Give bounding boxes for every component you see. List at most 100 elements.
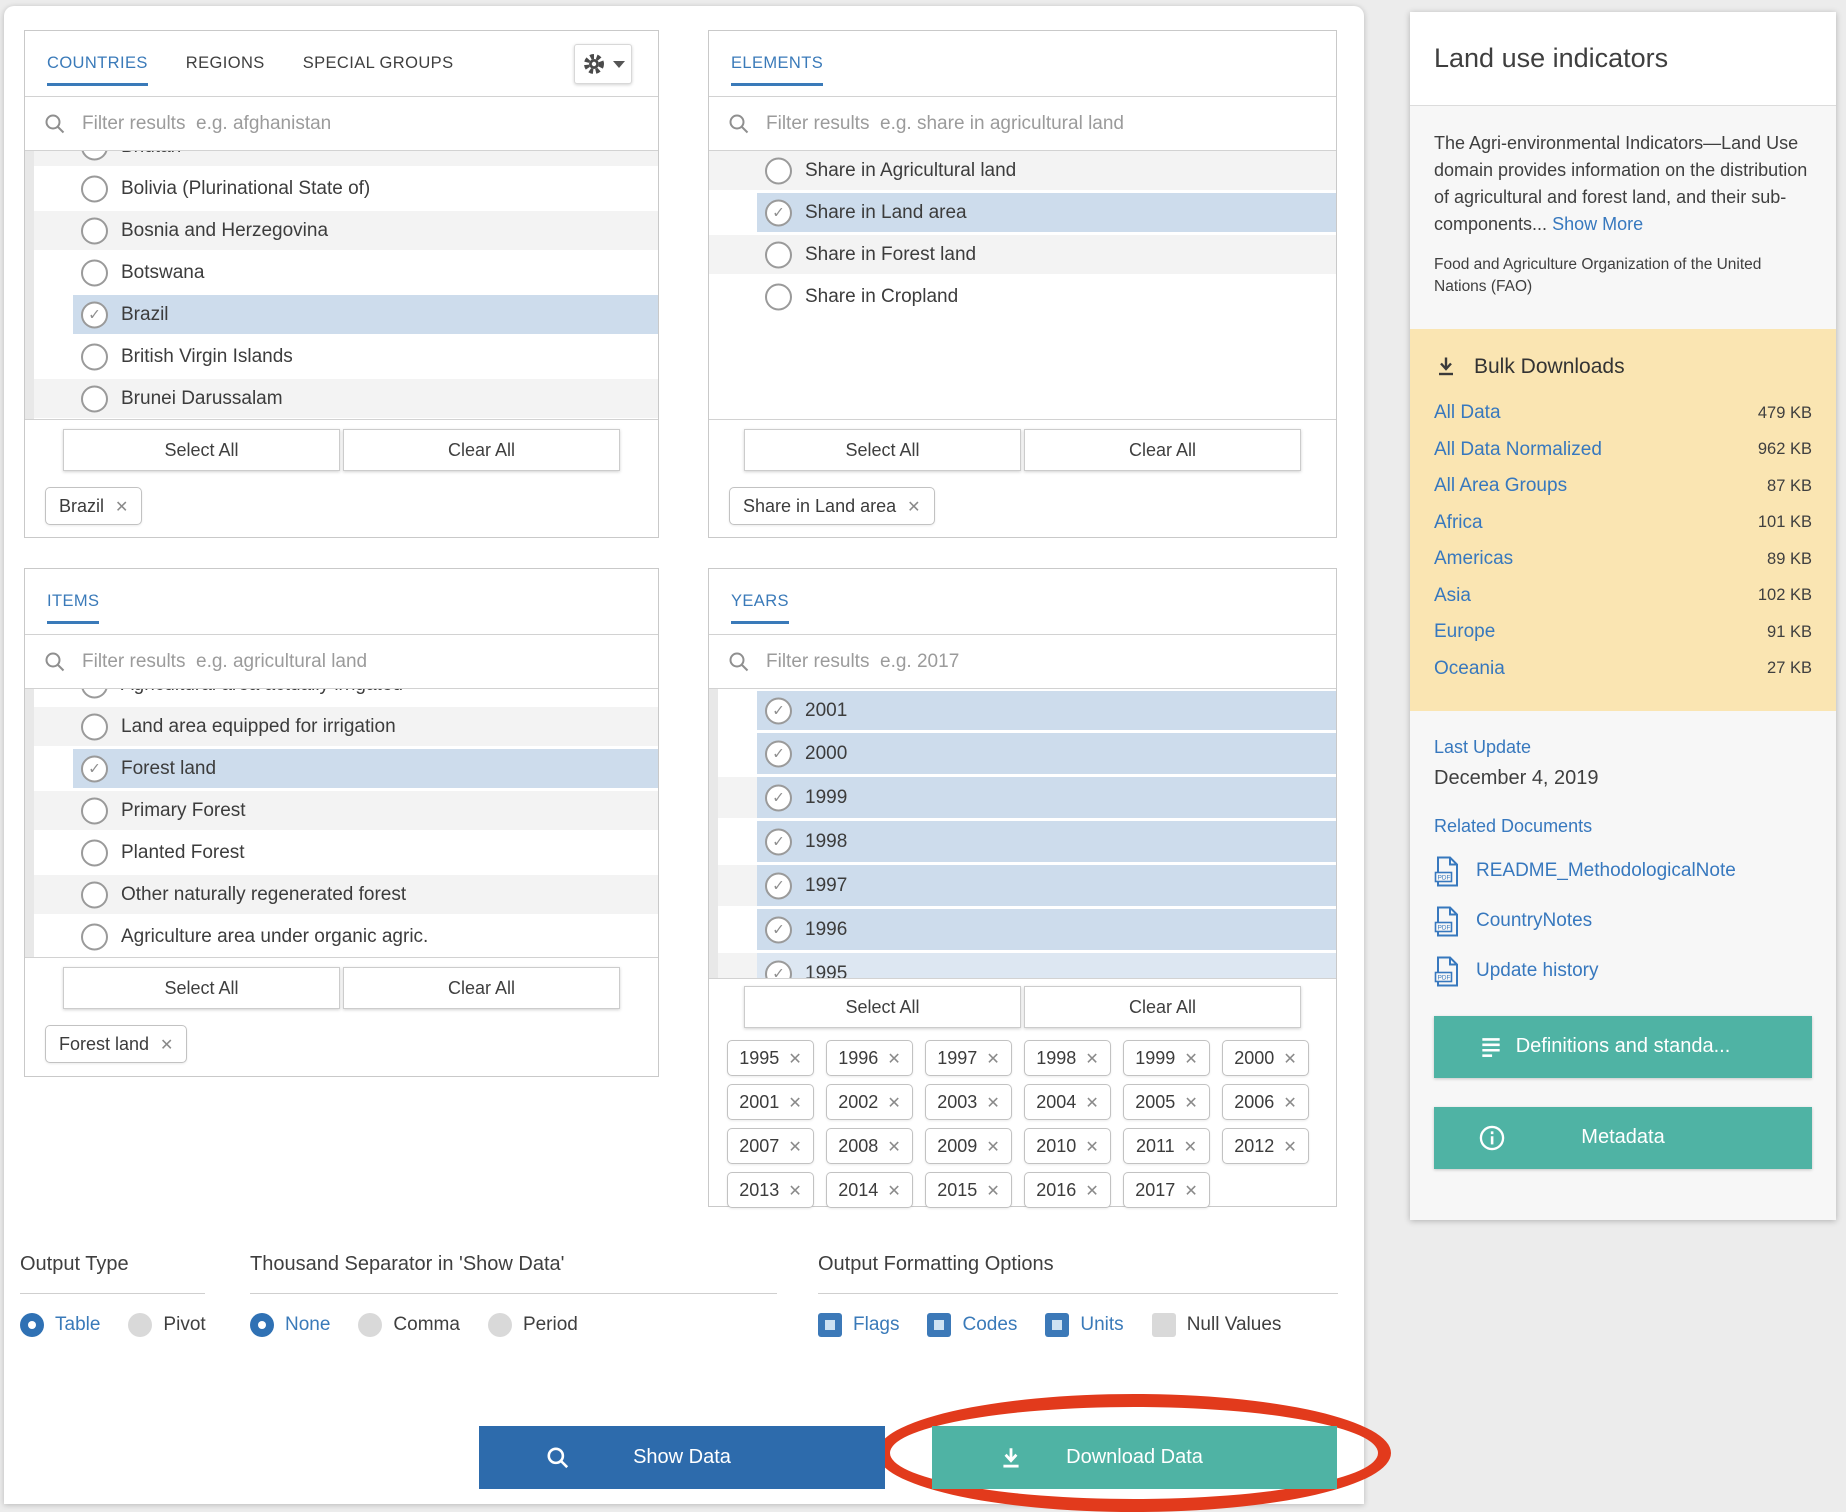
list-item[interactable]: Bolivia (Plurinational State of) (25, 169, 658, 208)
list-item[interactable]: Agricultural area actually irrigated (25, 689, 658, 704)
selected-chip[interactable]: 2010 (1024, 1128, 1111, 1164)
checkbox-null-values[interactable]: Null Values (1152, 1313, 1282, 1337)
tab-years[interactable]: YEARS (731, 569, 789, 624)
list-item[interactable]: Share in Cropland (709, 277, 1336, 316)
list-item[interactable]: Brunei Darussalam (25, 379, 658, 418)
remove-icon[interactable] (1085, 1093, 1098, 1112)
remove-icon[interactable] (160, 1035, 173, 1054)
tab-elements[interactable]: ELEMENTS (731, 31, 823, 86)
list-item[interactable]: Land area equipped for irrigation (25, 707, 658, 746)
remove-icon[interactable] (1184, 1049, 1197, 1068)
selected-chip[interactable]: Share in Land area (729, 487, 935, 525)
list-item[interactable]: Botswana (25, 253, 658, 292)
tab-items[interactable]: ITEMS (47, 569, 99, 624)
selected-chip[interactable]: 2006 (1222, 1084, 1309, 1120)
selected-chip[interactable]: 2014 (826, 1172, 913, 1208)
select-all-button[interactable]: Select All (744, 429, 1021, 471)
selected-chip[interactable]: 2003 (925, 1084, 1012, 1120)
remove-icon[interactable] (788, 1137, 801, 1156)
list-item-selected[interactable]: 1997 (709, 865, 1336, 906)
document-link-row[interactable]: PDF Update history (1434, 956, 1812, 987)
download-data-button[interactable]: Download Data (932, 1426, 1337, 1489)
remove-icon[interactable] (788, 1049, 801, 1068)
clear-all-button[interactable]: Clear All (1024, 429, 1301, 471)
document-link-row[interactable]: PDF README_MethodologicalNote (1434, 856, 1812, 887)
bulk-download-link[interactable]: Europe (1434, 621, 1495, 643)
clear-all-button[interactable]: Clear All (343, 967, 620, 1009)
remove-icon[interactable] (907, 497, 920, 516)
clear-all-button[interactable]: Clear All (343, 429, 620, 471)
checkbox-flags[interactable]: Flags (818, 1313, 899, 1337)
checkbox-units[interactable]: Units (1045, 1313, 1123, 1337)
list-item-selected[interactable]: 2000 (709, 733, 1336, 774)
elements-filter-input[interactable] (764, 112, 1318, 136)
remove-icon[interactable] (1085, 1137, 1098, 1156)
list-item-selected[interactable]: 2001 (709, 689, 1336, 730)
show-data-button[interactable]: Show Data (479, 1426, 885, 1489)
radio-comma[interactable]: Comma (358, 1313, 460, 1337)
select-all-button[interactable]: Select All (744, 986, 1021, 1028)
list-item[interactable]: Bosnia and Herzegovina (25, 211, 658, 250)
list-item[interactable]: Agriculture area under organic agric. (25, 917, 658, 956)
list-item-selected[interactable]: 1999 (709, 777, 1336, 818)
list-item[interactable]: Primary Forest (25, 791, 658, 830)
remove-icon[interactable] (986, 1137, 999, 1156)
remove-icon[interactable] (1283, 1049, 1296, 1068)
selected-chip[interactable]: 2001 (727, 1084, 814, 1120)
remove-icon[interactable] (986, 1181, 999, 1200)
selected-chip[interactable]: 2016 (1024, 1172, 1111, 1208)
list-item[interactable]: Share in Forest land (709, 235, 1336, 274)
bulk-download-link[interactable]: All Data Normalized (1434, 439, 1602, 461)
tab-countries[interactable]: COUNTRIES (47, 31, 148, 86)
remove-icon[interactable] (1283, 1093, 1296, 1112)
items-scrollbar[interactable] (25, 689, 34, 957)
list-item-selected[interactable]: 1996 (709, 909, 1336, 950)
bulk-download-link[interactable]: All Data (1434, 402, 1501, 424)
list-item-selected[interactable]: 1995 (709, 953, 1336, 979)
select-all-button[interactable]: Select All (63, 429, 340, 471)
select-all-button[interactable]: Select All (63, 967, 340, 1009)
list-item[interactable]: British Virgin Islands (25, 337, 658, 376)
remove-icon[interactable] (1085, 1049, 1098, 1068)
selected-chip[interactable]: 2015 (925, 1172, 1012, 1208)
remove-icon[interactable] (115, 497, 128, 516)
remove-icon[interactable] (887, 1049, 900, 1068)
selected-chip[interactable]: 2017 (1123, 1172, 1210, 1208)
countries-scrollbar[interactable] (25, 151, 34, 419)
selected-chip[interactable]: 1999 (1123, 1040, 1210, 1076)
tab-special-groups[interactable]: SPECIAL GROUPS (303, 31, 454, 86)
countries-filter-input[interactable] (80, 112, 640, 136)
remove-icon[interactable] (887, 1137, 900, 1156)
selected-chip[interactable]: Forest land (45, 1025, 187, 1063)
tab-regions[interactable]: REGIONS (186, 31, 265, 86)
clear-all-button[interactable]: Clear All (1024, 986, 1301, 1028)
bulk-download-link[interactable]: Oceania (1434, 658, 1505, 680)
checkbox-codes[interactable]: Codes (927, 1313, 1017, 1337)
list-item-selected[interactable]: 1998 (709, 821, 1336, 862)
show-more-link[interactable]: Show More (1552, 214, 1643, 234)
remove-icon[interactable] (1184, 1181, 1197, 1200)
definitions-standards-button[interactable]: Definitions and standa... (1434, 1016, 1812, 1078)
bulk-download-link[interactable]: All Area Groups (1434, 475, 1567, 497)
selected-chip[interactable]: 1995 (727, 1040, 814, 1076)
remove-icon[interactable] (1085, 1181, 1098, 1200)
remove-icon[interactable] (788, 1093, 801, 1112)
selected-chip[interactable]: 2005 (1123, 1084, 1210, 1120)
selected-chip[interactable]: 1997 (925, 1040, 1012, 1076)
remove-icon[interactable] (1184, 1093, 1197, 1112)
selected-chip[interactable]: 2011 (1123, 1128, 1210, 1164)
years-filter-input[interactable] (764, 650, 1318, 674)
items-filter-input[interactable] (80, 650, 640, 674)
metadata-button[interactable]: Metadata (1434, 1107, 1812, 1169)
document-link-row[interactable]: PDF CountryNotes (1434, 906, 1812, 937)
radio-table[interactable]: Table (20, 1313, 100, 1337)
years-scrollbar[interactable] (709, 689, 718, 978)
remove-icon[interactable] (1184, 1137, 1197, 1156)
selected-chip[interactable]: 2000 (1222, 1040, 1309, 1076)
selected-chip[interactable]: 2013 (727, 1172, 814, 1208)
list-item-selected[interactable]: Forest land (25, 749, 658, 788)
remove-icon[interactable] (1283, 1137, 1296, 1156)
selected-chip[interactable]: 1998 (1024, 1040, 1111, 1076)
selected-chip[interactable]: 1996 (826, 1040, 913, 1076)
list-item[interactable]: Planted Forest (25, 833, 658, 872)
